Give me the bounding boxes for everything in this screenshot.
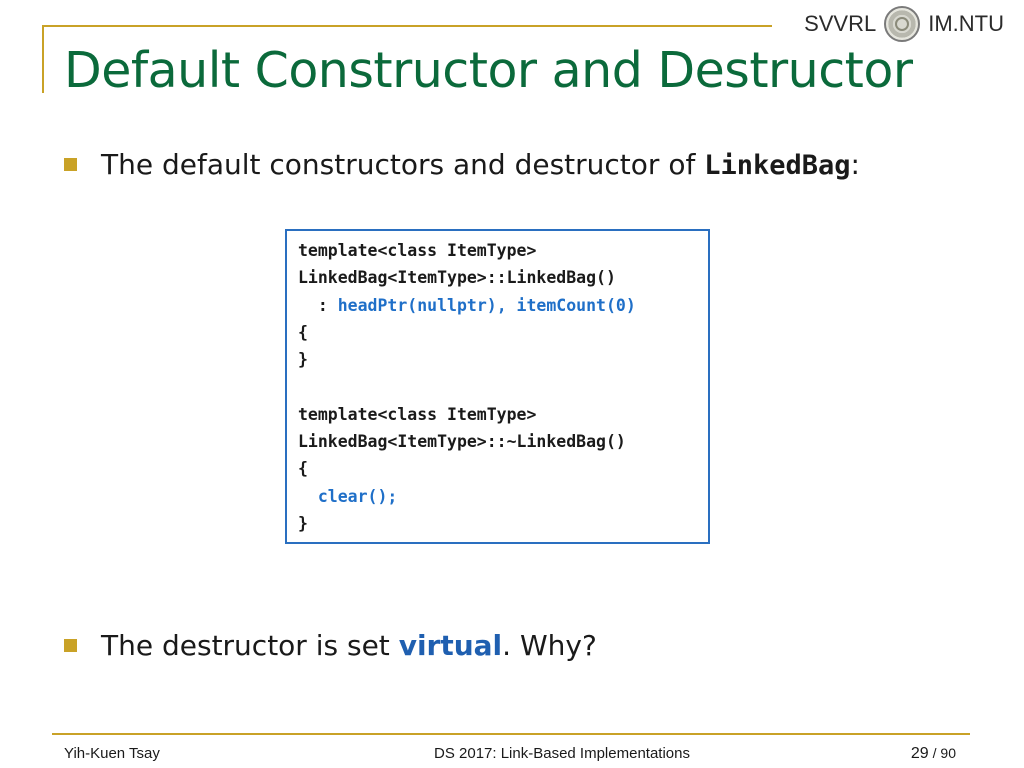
bullet-1-prefix: The default constructors and destructor … bbox=[101, 148, 705, 181]
bullet-2-text: The destructor is set virtual. Why? bbox=[101, 629, 597, 662]
code-line: } bbox=[298, 350, 308, 370]
code-line-prefix: : bbox=[298, 295, 338, 315]
footer-page-number: 29 / 90 bbox=[911, 745, 956, 763]
code-line: clear(); bbox=[298, 483, 708, 510]
square-bullet-icon bbox=[64, 158, 77, 171]
code-line: LinkedBag<ItemType>::LinkedBag() bbox=[298, 268, 616, 288]
brand-right-text: IM.NTU bbox=[928, 11, 1004, 36]
code-clear-call: clear(); bbox=[317, 486, 398, 506]
code-line: { bbox=[298, 322, 308, 342]
bullet-2-prefix: The destructor is set bbox=[101, 629, 399, 662]
total-pages: / 90 bbox=[932, 745, 956, 761]
slide-title: Default Constructor and Destructor bbox=[64, 42, 913, 99]
footer-course: DS 2017: Link-Based Implementations bbox=[434, 745, 690, 762]
current-page: 29 bbox=[910, 745, 929, 762]
code-block: template<class ItemType> LinkedBag<ItemT… bbox=[285, 229, 710, 544]
bullet-item-2: The destructor is set virtual. Why? bbox=[64, 629, 597, 662]
code-line: LinkedBag<ItemType>::~LinkedBag() bbox=[298, 432, 626, 452]
code-line: template<class ItemType> bbox=[298, 241, 537, 260]
university-seal-icon bbox=[884, 6, 921, 42]
top-rule bbox=[42, 25, 772, 27]
code-line: template<class ItemType> bbox=[298, 404, 537, 424]
left-rule bbox=[42, 25, 44, 93]
brand-header: SVVRL IM.NTU bbox=[804, 6, 1004, 42]
footer-author: Yih-Kuen Tsay bbox=[64, 745, 160, 762]
bottom-rule bbox=[52, 733, 970, 735]
code-line-prefix bbox=[298, 487, 318, 506]
brand-left-text: SVVRL bbox=[804, 11, 877, 36]
bullet-1-text: The default constructors and destructor … bbox=[101, 148, 860, 181]
bullet-2-highlight: virtual bbox=[398, 629, 503, 662]
code-line: { bbox=[298, 459, 308, 479]
square-bullet-icon bbox=[64, 639, 77, 652]
bullet-item-1: The default constructors and destructor … bbox=[64, 148, 860, 181]
bullet-1-code: LinkedBag bbox=[704, 150, 851, 181]
code-line: } bbox=[298, 513, 308, 533]
bullet-2-suffix: . Why? bbox=[502, 629, 597, 662]
code-initializer-list: headPtr(nullptr), itemCount(0) bbox=[337, 295, 636, 315]
code-line: : headPtr(nullptr), itemCount(0) bbox=[298, 292, 708, 319]
bullet-1-suffix: : bbox=[850, 148, 860, 181]
